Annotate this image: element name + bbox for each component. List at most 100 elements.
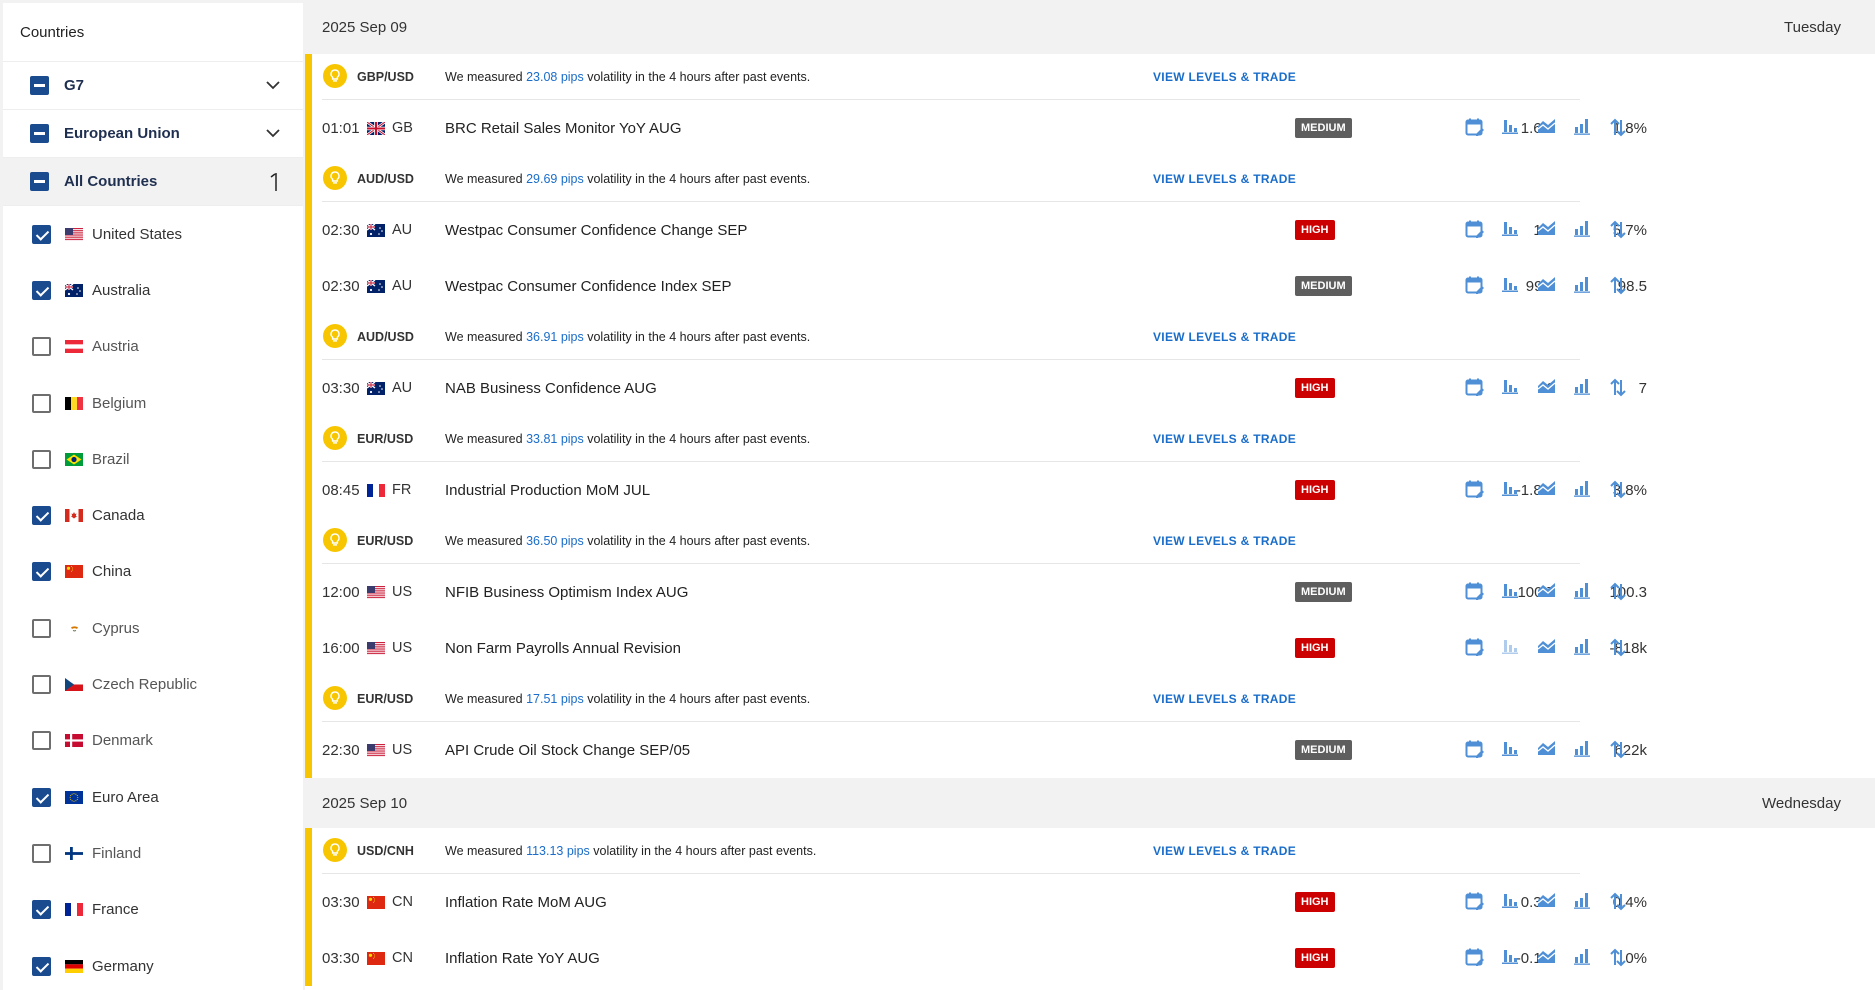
country-checkbox[interactable] [32,337,51,357]
calendar-edit-icon[interactable] [1465,117,1501,141]
country-checkbox[interactable] [32,224,51,244]
rising-bars-icon[interactable] [1573,275,1609,299]
rising-bars-icon[interactable] [1573,637,1609,661]
rising-bars-icon[interactable] [1573,219,1609,243]
view-levels-trade-link[interactable]: VIEW LEVELS & TRADE [1153,432,1296,446]
country-checkbox[interactable] [32,675,51,695]
bar-chart-icon[interactable] [1501,479,1537,503]
country-checkbox[interactable] [32,900,51,920]
event-title[interactable]: Industrial Production MoM JUL [445,482,650,499]
event-title[interactable]: Inflation Rate YoY AUG [445,950,600,967]
chevron-down-icon[interactable] [259,120,287,148]
country-checkbox[interactable] [32,787,51,807]
sort-arrows-icon[interactable] [1609,275,1645,299]
view-levels-trade-link[interactable]: VIEW LEVELS & TRADE [1153,330,1296,344]
group-all-countries[interactable]: All Countries [3,158,303,206]
view-levels-trade-link[interactable]: VIEW LEVELS & TRADE [1153,692,1296,706]
area-chart-icon[interactable] [1537,219,1573,243]
view-levels-trade-link[interactable]: VIEW LEVELS & TRADE [1153,844,1296,858]
bar-chart-icon[interactable] [1501,219,1537,243]
sort-arrows-icon[interactable] [1609,947,1645,971]
country-item[interactable]: Belgium [3,375,303,431]
sort-arrows-icon[interactable] [1609,581,1645,605]
sort-arrows-icon[interactable] [1609,377,1645,401]
rising-bars-icon[interactable] [1573,479,1609,503]
sort-arrows-icon[interactable] [1609,117,1645,141]
area-chart-icon[interactable] [1537,377,1573,401]
partial-checkbox[interactable] [30,76,49,95]
country-checkbox[interactable] [32,956,51,976]
event-row[interactable]: 03:30AUNAB Business Confidence AUGHIGH87 [305,360,1875,416]
sort-arrows-icon[interactable] [1609,739,1645,763]
sort-arrows-icon[interactable] [1609,219,1645,243]
bar-chart-icon[interactable] [1501,275,1537,299]
event-row[interactable]: 01:01 GB BRC Retail Sales Monitor YoY AUG M… [305,100,1875,156]
country-item[interactable]: Austria [3,319,303,375]
area-chart-icon[interactable] [1537,479,1573,503]
country-checkbox[interactable] [32,393,51,413]
bar-chart-icon[interactable] [1501,581,1537,605]
country-checkbox[interactable] [32,562,51,582]
sort-arrows-icon[interactable] [1609,479,1645,503]
event-title[interactable]: Inflation Rate MoM AUG [445,894,607,911]
country-item[interactable]: Finland [3,825,303,881]
partial-checkbox[interactable] [30,172,49,191]
area-chart-icon[interactable] [1537,117,1573,141]
bar-chart-icon[interactable] [1501,891,1537,915]
event-title[interactable]: API Crude Oil Stock Change SEP/05 [445,742,690,759]
country-item[interactable]: France [3,882,303,938]
country-item[interactable]: Cyprus [3,600,303,656]
calendar-edit-icon[interactable] [1465,581,1501,605]
bar-chart-icon[interactable] [1501,117,1537,141]
bar-chart-icon[interactable] [1501,377,1537,401]
bar-chart-icon[interactable] [1501,739,1537,763]
group-european-union[interactable]: European Union [3,110,303,158]
calendar-edit-icon[interactable] [1465,479,1501,503]
event-title[interactable]: BRC Retail Sales Monitor YoY AUG [445,120,682,137]
event-title[interactable]: Westpac Consumer Confidence Index SEP [445,278,732,295]
rising-bars-icon[interactable] [1573,891,1609,915]
country-item[interactable]: United States [3,206,303,262]
rising-bars-icon[interactable] [1573,117,1609,141]
view-levels-trade-link[interactable]: VIEW LEVELS & TRADE [1153,70,1296,84]
rising-bars-icon[interactable] [1573,947,1609,971]
event-title[interactable]: Westpac Consumer Confidence Change SEP [445,222,747,239]
calendar-edit-icon[interactable] [1465,219,1501,243]
sort-arrows-icon[interactable] [1609,891,1645,915]
calendar-edit-icon[interactable] [1465,739,1501,763]
country-checkbox[interactable] [32,843,51,863]
country-checkbox[interactable] [32,280,51,300]
area-chart-icon[interactable] [1537,891,1573,915]
event-row[interactable]: 02:30 AU Westpac Consumer Confidence Chang… [305,202,1875,258]
area-chart-icon[interactable] [1537,739,1573,763]
bar-chart-icon[interactable] [1501,947,1537,971]
country-checkbox[interactable] [32,449,51,469]
event-row[interactable]: 22:30 US API Crude Oil Stock Change SEP/05… [305,722,1875,778]
country-checkbox[interactable] [32,506,51,526]
area-chart-icon[interactable] [1537,275,1573,299]
country-item[interactable]: Canada [3,487,303,543]
view-levels-trade-link[interactable]: VIEW LEVELS & TRADE [1153,172,1296,186]
group-g7[interactable]: G7 [3,62,303,110]
country-item[interactable]: Denmark [3,713,303,769]
country-item[interactable]: Czech Republic [3,656,303,712]
area-chart-icon[interactable] [1537,947,1573,971]
rising-bars-icon[interactable] [1573,739,1609,763]
partial-checkbox[interactable] [30,124,49,143]
event-row[interactable]: 02:30 AU Westpac Consumer Confidence Index… [305,258,1875,314]
rising-bars-icon[interactable] [1573,581,1609,605]
view-levels-trade-link[interactable]: VIEW LEVELS & TRADE [1153,534,1296,548]
calendar-edit-icon[interactable] [1465,377,1501,401]
event-row[interactable]: 03:30 CN Inflation Rate YoY AUG HIGH -0.1% 0% [305,930,1875,986]
area-chart-icon[interactable] [1537,637,1573,661]
bar-chart-icon[interactable] [1501,637,1537,661]
country-item[interactable]: Germany [3,938,303,990]
event-row[interactable]: 16:00 US Non Farm Payrolls Annual Revision… [305,620,1875,676]
country-item[interactable]: China [3,544,303,600]
country-item[interactable]: Brazil [3,431,303,487]
calendar-edit-icon[interactable] [1465,947,1501,971]
rising-bars-icon[interactable] [1573,377,1609,401]
event-title[interactable]: NFIB Business Optimism Index AUG [445,584,688,601]
calendar-edit-icon[interactable] [1465,637,1501,661]
calendar-edit-icon[interactable] [1465,891,1501,915]
